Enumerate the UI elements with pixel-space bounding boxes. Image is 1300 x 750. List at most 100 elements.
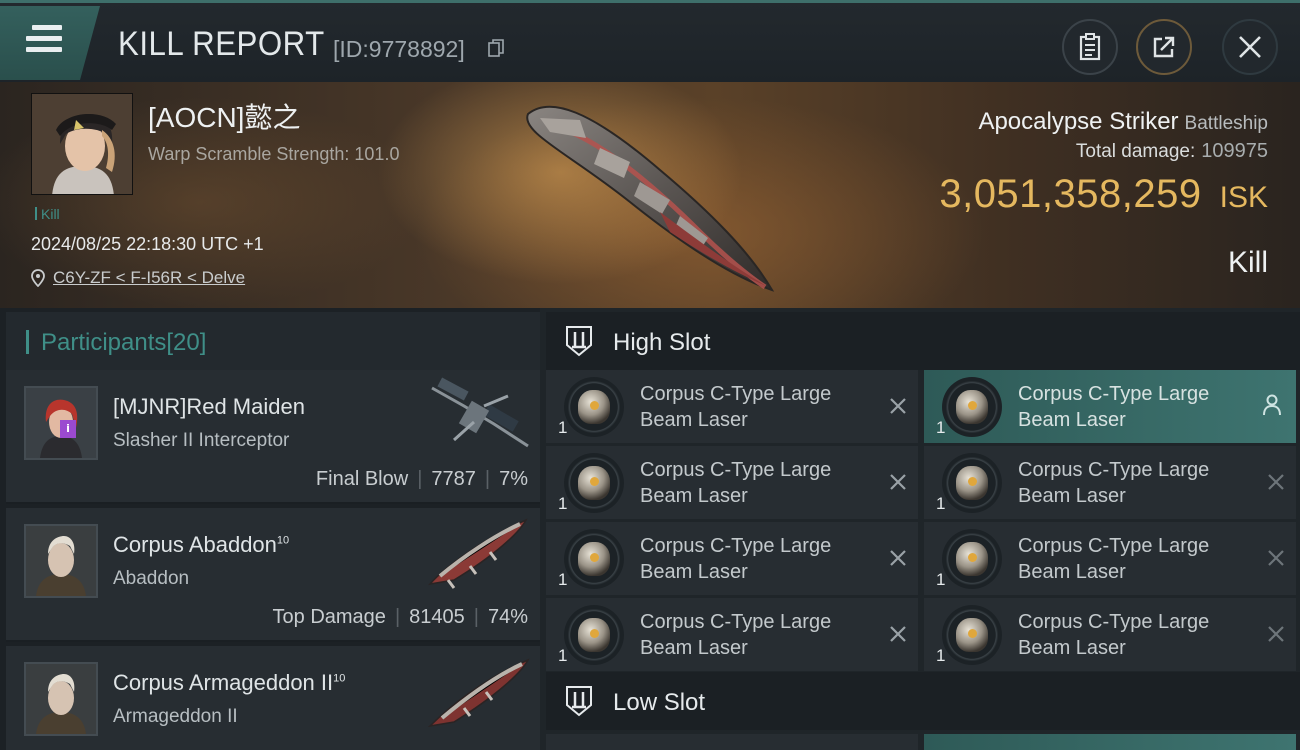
- top-bar: KILL REPORT [ID:9778892]: [0, 0, 1300, 82]
- total-damage: Total damage: 109975: [1076, 140, 1268, 163]
- low-slot-label: Low Slot: [613, 689, 706, 716]
- menu-icon[interactable]: [26, 25, 62, 55]
- beam-laser-icon: [942, 377, 1002, 437]
- high-slot-icon: [566, 326, 592, 357]
- module-name: Corpus C-Type Large Beam Laser: [640, 459, 832, 507]
- fitting-panel: High Slot 1 Corpus C-Type Large Beam Las…: [540, 308, 1300, 750]
- destroyed-x-icon: [1268, 626, 1284, 642]
- kill-location[interactable]: C6Y-ZF < F-I56R < Delve: [31, 268, 245, 288]
- isk-unit: ISK: [1219, 181, 1268, 214]
- location-link[interactable]: C6Y-ZF < F-I56R < Delve: [53, 268, 245, 287]
- page-title: KILL REPORT: [118, 25, 325, 63]
- participants-label: Participants: [41, 329, 167, 356]
- beam-laser-icon: [564, 529, 624, 589]
- participant-level: 10: [276, 534, 290, 547]
- high-slot-label: High Slot: [613, 329, 711, 356]
- participant-avatar[interactable]: [24, 524, 98, 598]
- module-slot[interactable]: 1 Corpus C-Type Large Beam Laser: [924, 522, 1296, 595]
- clipboard-button[interactable]: [1062, 19, 1118, 75]
- module-name: Corpus C-Type Large Beam Laser: [640, 383, 832, 431]
- isk-amount: 3,051,358,259: [939, 172, 1202, 216]
- module-quantity: 1: [558, 494, 568, 513]
- participant-damage: 7787: [431, 468, 476, 490]
- person-icon: [1263, 394, 1281, 416]
- destroyed-x-icon: [1268, 474, 1284, 490]
- module-quantity: 1: [936, 494, 946, 513]
- ship-name-text: Apocalypse Striker: [978, 108, 1179, 135]
- participant-level: 10: [333, 672, 346, 685]
- module-quantity: 1: [558, 646, 568, 665]
- victim-avatar[interactable]: [31, 93, 133, 195]
- participant-percent: 74%: [487, 606, 528, 628]
- kill-timestamp: 2024/08/25 22:18:30 UTC +1: [31, 234, 264, 254]
- destroyed-x-icon: [1268, 550, 1284, 566]
- module-name: Corpus C-Type Large Beam Laser: [640, 611, 832, 659]
- high-slot-header: High Slot: [546, 312, 1300, 370]
- share-button[interactable]: [1136, 19, 1192, 75]
- module-slot[interactable]: 1 Corpus C-Type Large Beam Laser: [924, 446, 1296, 519]
- module-slot[interactable]: 1 Corpus C-Type Large Beam Laser: [924, 370, 1296, 443]
- beam-laser-icon: [942, 605, 1002, 665]
- low-slot-icon: [566, 686, 592, 717]
- participant-ship-image: [428, 518, 528, 589]
- participant-avatar[interactable]: [24, 662, 98, 736]
- destroyed-x-icon: [890, 474, 906, 490]
- warp-scramble-strength: Warp Scramble Strength: 101.0: [148, 144, 400, 164]
- participant-name[interactable]: [MJNR]Red Maiden: [113, 394, 305, 420]
- participant-row[interactable]: Corpus Armageddon II10 Armageddon II: [6, 646, 540, 750]
- beam-laser-icon: [564, 377, 624, 437]
- participant-name[interactable]: Corpus Abaddon10: [113, 532, 289, 558]
- destroyed-x-icon: [890, 626, 906, 642]
- module-slot[interactable]: 1 Corpus C-Type Large Beam Laser: [546, 522, 918, 595]
- module-slot-partial[interactable]: [924, 734, 1296, 750]
- destroyed-x-icon: [890, 398, 906, 414]
- victim-ship-image: [526, 105, 775, 292]
- close-icon: [1239, 36, 1261, 58]
- participant-percent: 7%: [499, 468, 528, 490]
- participant-ship: Abaddon: [113, 568, 190, 589]
- destroyed-x-icon: [890, 550, 906, 566]
- beam-laser-icon: [564, 605, 624, 665]
- victim-ship-name[interactable]: Apocalypse Striker Battleship: [978, 108, 1268, 136]
- participant-row[interactable]: Corpus Abaddon10 Abaddon Top Damage | 8140…: [6, 508, 540, 642]
- close-button[interactable]: [1222, 19, 1278, 75]
- module-slot[interactable]: 1 Corpus C-Type Large Beam Laser: [546, 370, 918, 443]
- module-name: Corpus C-Type Large Beam Laser: [1018, 535, 1210, 583]
- module-quantity: 1: [936, 646, 946, 665]
- participant-name-text: Corpus Abaddon: [113, 532, 277, 557]
- share-icon: [1153, 36, 1175, 58]
- module-quantity: 1: [936, 570, 946, 589]
- participants-panel: Participants[20] i [MJNR]Red Maiden Slas…: [0, 308, 540, 750]
- module-slot-partial[interactable]: [546, 734, 918, 750]
- participant-stats: Top Damage | 81405 | 74%: [272, 606, 528, 628]
- module-slot[interactable]: 1 Corpus C-Type Large Beam Laser: [546, 598, 918, 671]
- beam-laser-icon: [942, 453, 1002, 513]
- participant-damage: 81405: [409, 606, 465, 628]
- participants-count: [20]: [166, 329, 207, 356]
- info-badge[interactable]: i: [60, 420, 76, 438]
- participant-role: Final Blow: [315, 468, 409, 490]
- module-quantity: 1: [558, 418, 568, 437]
- participant-ship: Slasher II Interceptor: [113, 430, 290, 451]
- participant-name[interactable]: Corpus Armageddon II10: [113, 670, 345, 696]
- participant-stats: Final Blow | 7787 | 7%: [315, 468, 528, 490]
- module-name: Corpus C-Type Large Beam Laser: [1018, 459, 1210, 507]
- copy-icon[interactable]: [488, 39, 504, 57]
- module-slot[interactable]: 1 Corpus C-Type Large Beam Laser: [546, 446, 918, 519]
- report-id: [ID:9778892]: [333, 36, 465, 62]
- clipboard-icon: [1079, 33, 1101, 61]
- participant-name-text: [MJNR]Red Maiden: [113, 394, 305, 419]
- module-name: Corpus C-Type Large Beam Laser: [1018, 383, 1210, 431]
- module-slot[interactable]: 1 Corpus C-Type Large Beam Laser: [924, 598, 1296, 671]
- module-quantity: 1: [936, 418, 946, 437]
- isk-value: 3,051,358,259 ISK: [939, 172, 1268, 217]
- victim-name[interactable]: [AOCN]懿之: [148, 96, 300, 136]
- module-name: Corpus C-Type Large Beam Laser: [1018, 611, 1210, 659]
- participant-name-text: Corpus Armageddon II: [113, 670, 334, 695]
- participant-ship-image: [427, 658, 530, 728]
- victim-banner: [AOCN]懿之 Warp Scramble Strength: 101.0 K…: [0, 82, 1300, 308]
- participant-ship: Armageddon II: [113, 706, 238, 727]
- ship-class: Battleship: [1184, 113, 1268, 134]
- participant-row[interactable]: i [MJNR]Red Maiden Slasher II Intercepto…: [6, 370, 540, 504]
- low-slot-header: Low Slot: [546, 672, 1300, 730]
